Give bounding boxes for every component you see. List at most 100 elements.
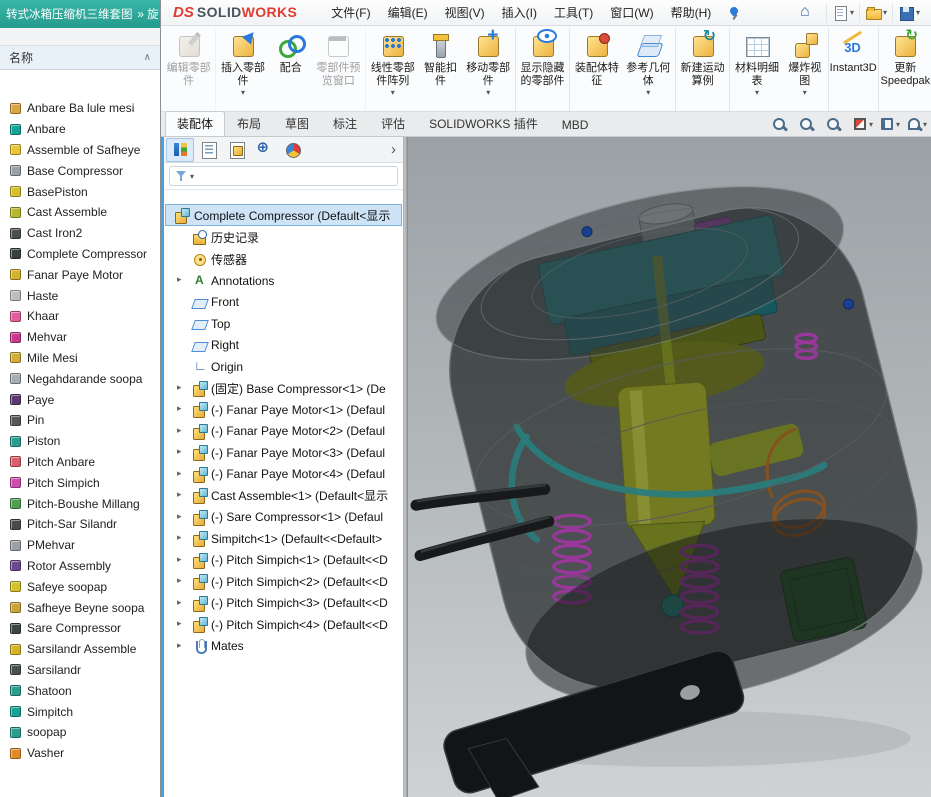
explorer-item[interactable]: Shatoon	[0, 680, 160, 701]
expand-arrow-icon[interactable]: ▸	[177, 489, 182, 500]
menu-item[interactable]: 帮助(H)	[663, 1, 720, 24]
feature-manager-tab[interactable]	[166, 138, 194, 162]
ribbon-tab[interactable]: 评估	[369, 111, 417, 136]
pin-menu-icon[interactable]	[727, 6, 741, 20]
explorer-item[interactable]: Safheye Beyne soopa	[0, 597, 160, 618]
display-manager-tab[interactable]	[278, 138, 306, 162]
expand-arrow-icon[interactable]: ▸	[177, 532, 182, 543]
explorer-item[interactable]: Cast Assemble	[0, 202, 160, 223]
expand-arrow-icon[interactable]: ▸	[177, 468, 182, 479]
ribbon-button[interactable]: 零部件预览窗口 ▾	[313, 28, 366, 111]
expand-arrow-icon[interactable]: ▸	[177, 618, 182, 629]
expand-arrow-icon[interactable]: ▸	[177, 274, 182, 285]
explorer-item[interactable]: Safeye soopap	[0, 576, 160, 597]
ribbon-button[interactable]: 参考几何体 ▾	[623, 28, 676, 111]
ribbon-button[interactable]: 装配体特征 ▾	[571, 28, 622, 111]
panel-flyout-arrow[interactable]: ›	[384, 142, 403, 157]
explorer-item[interactable]: Complete Compressor	[0, 244, 160, 265]
ribbon-tab[interactable]: 布局	[225, 111, 273, 136]
explorer-item[interactable]: Vasher	[0, 743, 160, 764]
zoom-area-button[interactable]: ▾	[798, 116, 819, 132]
tree-item[interactable]: ▸ (-) Fanar Paye Motor<3> (Defaul	[164, 442, 403, 464]
tree-item[interactable]: ▸ Mates	[164, 636, 403, 658]
explorer-item[interactable]: Fanar Paye Motor	[0, 264, 160, 285]
expand-arrow-icon[interactable]: ▸	[177, 575, 182, 586]
open-document-button[interactable]: ▾	[859, 3, 892, 23]
explorer-item[interactable]: Pin	[0, 410, 160, 431]
ribbon-button[interactable]: 新建运动算例 ▾	[677, 28, 730, 111]
explorer-item[interactable]: Rotor Assembly	[0, 556, 160, 577]
explorer-item[interactable]: Mehvar	[0, 327, 160, 348]
tree-filter-field[interactable]: ▾	[169, 166, 398, 186]
menu-item[interactable]: 插入(I)	[494, 1, 545, 24]
ribbon-tab[interactable]: 标注	[321, 111, 369, 136]
menu-item[interactable]: 视图(V)	[437, 1, 493, 24]
tree-item[interactable]: ▸ (-) Pitch Simpich<1> (Default<<D	[164, 550, 403, 572]
tree-item[interactable]: ▸ (-) Pitch Simpich<3> (Default<<D	[164, 593, 403, 615]
menu-item[interactable]: 文件(F)	[323, 1, 378, 24]
hide-show-items-button[interactable]: ▾	[906, 116, 927, 132]
explorer-item[interactable]: Haste	[0, 285, 160, 306]
explorer-item[interactable]: Sarsilandr	[0, 660, 160, 681]
tree-item[interactable]: ▸ Origin	[164, 356, 403, 378]
zoom-fit-button[interactable]: ▾	[771, 116, 792, 132]
expand-arrow-icon[interactable]: ▸	[177, 446, 182, 457]
ribbon-button[interactable]: 线性零部件阵列 ▾	[367, 28, 418, 111]
explorer-item[interactable]: Pitch Simpich	[0, 472, 160, 493]
tree-item[interactable]: ▸ 历史记录	[164, 227, 403, 249]
menu-item[interactable]: 工具(T)	[546, 1, 601, 24]
tree-item[interactable]: ▸ (-) Fanar Paye Motor<4> (Defaul	[164, 464, 403, 486]
menu-item[interactable]: 窗口(W)	[602, 1, 661, 24]
explorer-item[interactable]: Negahdarande soopa	[0, 368, 160, 389]
tree-item[interactable]: ▸ Simpitch<1> (Default<<Default>	[164, 528, 403, 550]
ribbon-button[interactable]: 插入零部件 ▾	[217, 28, 268, 111]
save-button[interactable]: ▾	[892, 3, 925, 23]
explorer-item[interactable]: Sarsilandr Assemble	[0, 639, 160, 660]
ribbon-button[interactable]: Instant3D ▾	[830, 28, 879, 111]
tree-item[interactable]: ▸ (-) Sare Compressor<1> (Defaul	[164, 507, 403, 529]
expand-arrow-icon[interactable]: ▸	[177, 511, 182, 522]
tree-item[interactable]: ▸ 传感器	[164, 249, 403, 271]
tree-item[interactable]: ▸ (-) Pitch Simpich<4> (Default<<D	[164, 614, 403, 636]
ribbon-button[interactable]: 显示隐藏的零部件 ▾	[517, 28, 570, 111]
explorer-item[interactable]: Mile Mesi	[0, 348, 160, 369]
explorer-item[interactable]: Simpitch	[0, 701, 160, 722]
explorer-item[interactable]: Pitch Anbare	[0, 452, 160, 473]
explorer-item[interactable]: Sare Compressor	[0, 618, 160, 639]
expand-arrow-icon[interactable]: ▸	[177, 597, 182, 608]
ribbon-button[interactable]: 爆炸视图 ▾	[783, 28, 829, 111]
tree-item[interactable]: ▸ (-) Fanar Paye Motor<1> (Defaul	[164, 399, 403, 421]
tree-item[interactable]: ▸ Front	[164, 292, 403, 314]
explorer-item[interactable]: Anbare Ba lule mesi	[0, 98, 160, 119]
tree-item[interactable]: ▸ Cast Assemble<1> (Default<显示	[164, 485, 403, 507]
ribbon-tab[interactable]: SOLIDWORKS 插件	[417, 111, 550, 136]
explorer-item[interactable]: Base Compressor	[0, 160, 160, 181]
explorer-item[interactable]: Cast Iron2	[0, 223, 160, 244]
explorer-item[interactable]: Pitch-Sar Silandr	[0, 514, 160, 535]
new-document-button[interactable]: ▾	[826, 3, 859, 23]
expand-arrow-icon[interactable]: ▸	[177, 640, 182, 651]
display-style-button[interactable]: ▾	[879, 116, 900, 132]
ribbon-tab[interactable]: 草图	[273, 111, 321, 136]
ribbon-button[interactable]: 智能扣件 ▾	[418, 28, 462, 111]
explorer-item[interactable]: soopap	[0, 722, 160, 743]
home-button[interactable]: ▾	[794, 3, 826, 23]
expand-arrow-icon[interactable]: ▸	[177, 554, 182, 565]
ribbon-button[interactable]: 配合 ▾	[269, 28, 313, 111]
tree-item[interactable]: ▸ (-) Pitch Simpich<2> (Default<<D	[164, 571, 403, 593]
menu-item[interactable]: 编辑(E)	[380, 1, 436, 24]
explorer-item[interactable]: Khaar	[0, 306, 160, 327]
tree-item[interactable]: ▸ Annotations	[164, 270, 403, 292]
configuration-manager-tab[interactable]	[222, 138, 250, 162]
expand-arrow-icon[interactable]: ▸	[177, 382, 182, 393]
tree-root-item[interactable]: Complete Compressor (Default<显示	[165, 204, 402, 226]
section-view-button[interactable]: ▾	[852, 116, 873, 132]
tree-item[interactable]: ▸ (固定) Base Compressor<1> (De	[164, 378, 403, 400]
explorer-item[interactable]: PMehvar	[0, 535, 160, 556]
ribbon-button[interactable]: 移动零部件 ▾	[463, 28, 516, 111]
ribbon-button[interactable]: 更新Speedpak ▾	[880, 28, 931, 111]
explorer-item[interactable]: Piston	[0, 431, 160, 452]
ribbon-button[interactable]: 编辑零部件 ▾	[163, 28, 216, 111]
previous-view-button[interactable]: ▾	[825, 116, 846, 132]
explorer-item[interactable]: Pitch-Boushe Millang	[0, 493, 160, 514]
